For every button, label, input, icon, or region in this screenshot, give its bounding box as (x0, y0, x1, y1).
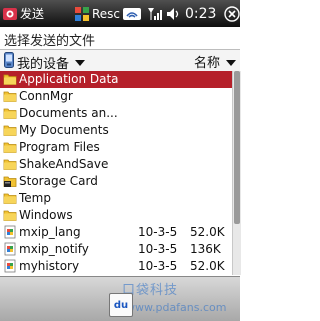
file-date: 10-3-5 (138, 242, 178, 256)
scrollbar-thumb[interactable] (234, 71, 240, 224)
folder-row[interactable]: ShakeAndSave (0, 156, 232, 173)
folder-row[interactable]: Documents an... (0, 105, 232, 122)
folder-icon (3, 106, 17, 120)
soft-key-bar: 口袋科技 www.pdafans.com du (0, 276, 240, 321)
app-tab-send[interactable]: 发送 (2, 2, 72, 25)
folder-icon (3, 157, 17, 171)
file-name: myhistory (19, 259, 80, 273)
sort-label: 名称 (193, 56, 220, 71)
file-size: 52.0K (190, 225, 225, 239)
folder-row[interactable]: My Documents (0, 122, 232, 139)
file-name: My Documents (19, 123, 109, 137)
file-name: Program Files (19, 140, 100, 154)
volume-icon[interactable] (166, 2, 180, 25)
tab-send-label: 发送 (20, 7, 45, 21)
input-panel-button[interactable]: du (109, 293, 133, 317)
title-bar: 选择发送的文件 (0, 27, 240, 49)
file-name: ShakeAndSave (19, 157, 109, 171)
folder-icon (3, 89, 17, 103)
chevron-down-icon (226, 59, 236, 66)
file-icon (3, 259, 17, 273)
page-title: 选择发送的文件 (4, 34, 96, 49)
messaging-icon (2, 6, 18, 22)
file-name: mxip_notify (19, 242, 89, 256)
folder-icon (3, 208, 17, 222)
file-row[interactable]: mxip_notify 10-3-5 136K (0, 241, 232, 258)
status-bar: 发送 Resc 0:23 (0, 0, 240, 27)
signal-icon[interactable] (146, 2, 164, 25)
file-name: Windows (19, 208, 73, 222)
device-icon (4, 52, 14, 72)
keyboard-icon: du (113, 299, 129, 311)
folder-row[interactable]: Temp (0, 190, 232, 207)
location-dropdown[interactable]: 我的设备 (4, 52, 86, 72)
file-icon (3, 225, 17, 239)
folder-row[interactable]: Application Data (0, 71, 232, 88)
file-row[interactable]: mxip_lang 10-3-5 52.0K (0, 224, 232, 241)
scrollbar[interactable] (232, 71, 241, 275)
app-tab-resc[interactable]: Resc (74, 2, 120, 25)
file-icon (3, 242, 17, 256)
folder-icon (3, 123, 17, 137)
watermark-line2: www.pdafans.com (126, 301, 227, 314)
folder-row[interactable]: ConnMgr (0, 88, 232, 105)
file-name: Storage Card (19, 174, 98, 188)
app-icon (74, 6, 90, 22)
sort-dropdown[interactable]: 名称 (194, 52, 236, 71)
file-name: mxip_lang (19, 225, 81, 239)
clock[interactable]: 0:23 (185, 2, 223, 25)
navigation-row: 我的设备 名称 (0, 49, 240, 73)
folder-icon (3, 140, 17, 154)
file-row[interactable]: myhistory 10-3-5 52.0K (0, 258, 232, 275)
location-label: 我的设备 (17, 56, 70, 72)
file-name: ConnMgr (19, 89, 73, 103)
folder-row[interactable]: Program Files (0, 139, 232, 156)
folder-row[interactable]: Storage Card (0, 173, 232, 190)
file-size: 136K (190, 242, 221, 256)
file-name: Application Data (19, 72, 119, 86)
folder-icon (3, 72, 17, 86)
file-date: 10-3-5 (138, 225, 178, 239)
storage-card-icon (3, 174, 17, 188)
file-date: 10-3-5 (138, 259, 178, 273)
chevron-down-icon (75, 60, 86, 66)
folder-icon (3, 191, 17, 205)
file-name: Temp (19, 191, 51, 205)
folder-row[interactable]: Windows (0, 207, 232, 224)
file-size: 52.0K (190, 259, 225, 273)
file-name: Documents an... (19, 106, 118, 120)
wifi-icon[interactable] (122, 2, 142, 25)
file-list: Application Data ConnMgr Documents an... My… (0, 71, 232, 275)
tab-resc-label: Resc (92, 6, 121, 21)
close-icon (224, 5, 240, 22)
close-button[interactable] (224, 2, 240, 25)
